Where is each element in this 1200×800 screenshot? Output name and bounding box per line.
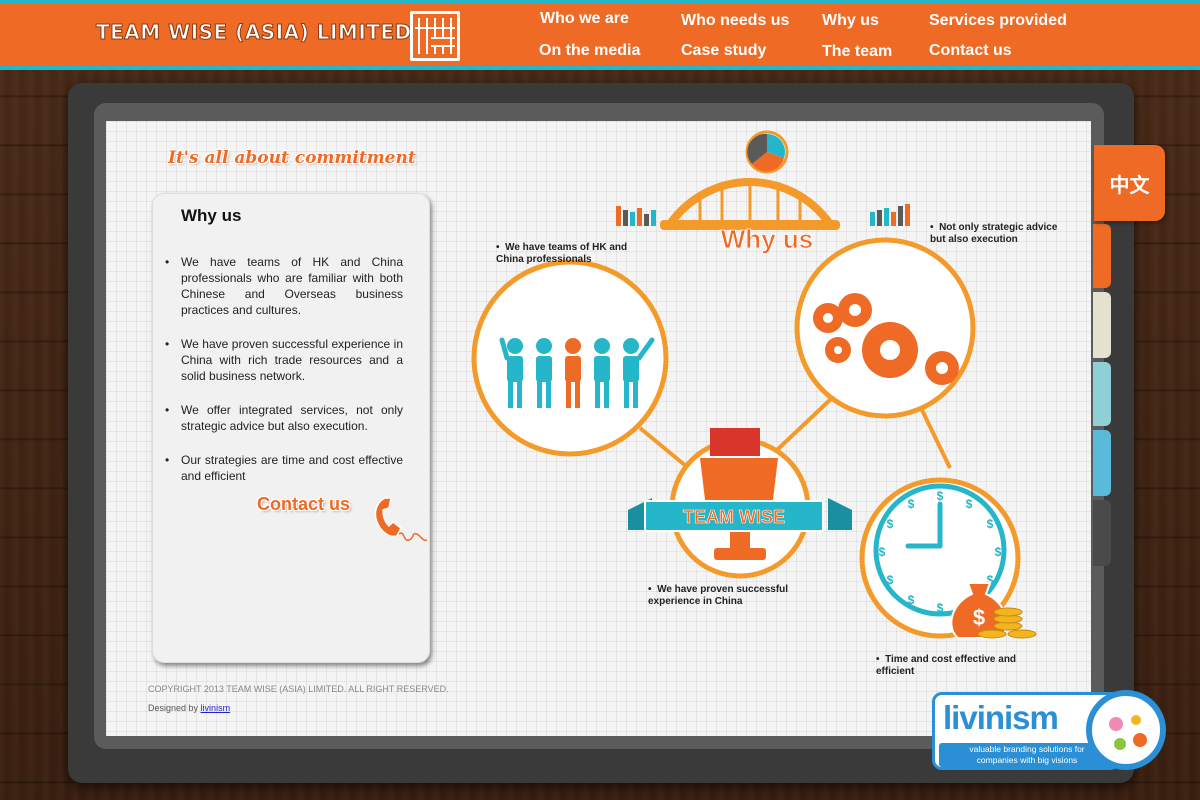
svg-text:$: $ (908, 593, 915, 607)
side-tab-blue[interactable] (1093, 430, 1111, 496)
why-us-panel: Why us We have teams of HK and China pro… (152, 193, 430, 663)
nav-who-we-are[interactable]: Who we are (540, 10, 629, 28)
note-proven-experience: • We have proven successful experience i… (648, 584, 789, 607)
language-tab-chinese[interactable]: 中文 (1094, 145, 1165, 221)
team-wise-banner: TEAM WISE (628, 498, 852, 532)
pie-icon (745, 130, 789, 174)
designer-link[interactable]: livinism (201, 703, 231, 713)
nav-services-provided[interactable]: Services provided (929, 12, 1067, 30)
svg-text:$: $ (879, 545, 886, 559)
nav-who-needs-us[interactable]: Who needs us (681, 12, 789, 30)
side-tab-orange[interactable] (1093, 224, 1111, 288)
infographic-heading: Why us (721, 224, 813, 254)
nav-contact-us[interactable]: Contact us (929, 42, 1012, 60)
badge-name: livinism (943, 699, 1059, 736)
svg-text:$: $ (887, 573, 894, 587)
why-us-infographic: TEAM WISE $ $ $ $ $ $ $ $ $ $ $ $ Why us… (460, 128, 1090, 688)
list-item: We offer integrated services, not only s… (165, 402, 403, 434)
bridge-icon (660, 178, 840, 230)
nav-case-study[interactable]: Case study (681, 42, 766, 60)
badge-tagline: valuable branding solutions for companie… (939, 743, 1115, 767)
designed-by: Designed by livinism (148, 703, 230, 713)
contact-us-button[interactable]: Contact us (257, 494, 350, 515)
svg-text:$: $ (937, 601, 944, 615)
svg-text:$: $ (973, 605, 985, 630)
badge-dots-icon (1086, 690, 1166, 770)
bar-chart-left-icon (616, 206, 656, 226)
svg-text:$: $ (966, 497, 973, 511)
svg-text:$: $ (995, 545, 1002, 559)
phone-icon[interactable] (363, 492, 427, 550)
brand-name[interactable]: TEAM WISE (ASIA) LIMITED (96, 20, 412, 45)
list-item: We have teams of HK and China profession… (165, 254, 403, 318)
designed-by-label: Designed by (148, 703, 199, 713)
svg-text:$: $ (887, 517, 894, 531)
svg-text:$: $ (937, 489, 944, 503)
note-time-cost: • Time and cost effective and efficient (876, 654, 1017, 677)
list-item: We have proven successful experience in … (165, 336, 403, 384)
side-tab-cream[interactable] (1093, 292, 1111, 358)
nav-why-us[interactable]: Why us (822, 12, 879, 30)
svg-text:$: $ (987, 517, 994, 531)
svg-text:$: $ (908, 497, 915, 511)
brand-logo-icon[interactable] (410, 11, 460, 61)
side-tab-light-teal[interactable] (1093, 362, 1111, 426)
side-tab-dark[interactable] (1093, 500, 1111, 566)
nav-on-the-media[interactable]: On the media (539, 42, 640, 60)
panel-title: Why us (181, 206, 242, 225)
note-teams: • We have teams of HK and China professi… (496, 242, 628, 265)
note-strategic-advice: • Not only strategic advice but also exe… (930, 222, 1058, 245)
livinism-badge[interactable]: livinism valuable branding solutions for… (932, 690, 1168, 772)
nav-the-team[interactable]: The team (822, 43, 892, 61)
site-header: TEAM WISE (ASIA) LIMITED Who we are Who … (0, 0, 1200, 70)
list-item: Our strategies are time and cost effecti… (165, 452, 403, 484)
bar-chart-right-icon (870, 204, 910, 226)
copyright-text: COPYRIGHT 2013 TEAM WISE (ASIA) LIMITED.… (148, 684, 449, 694)
emblem-text: TEAM WISE (683, 507, 785, 527)
tagline: It's all about commitment (168, 148, 416, 168)
why-us-list: We have teams of HK and China profession… (165, 254, 403, 502)
